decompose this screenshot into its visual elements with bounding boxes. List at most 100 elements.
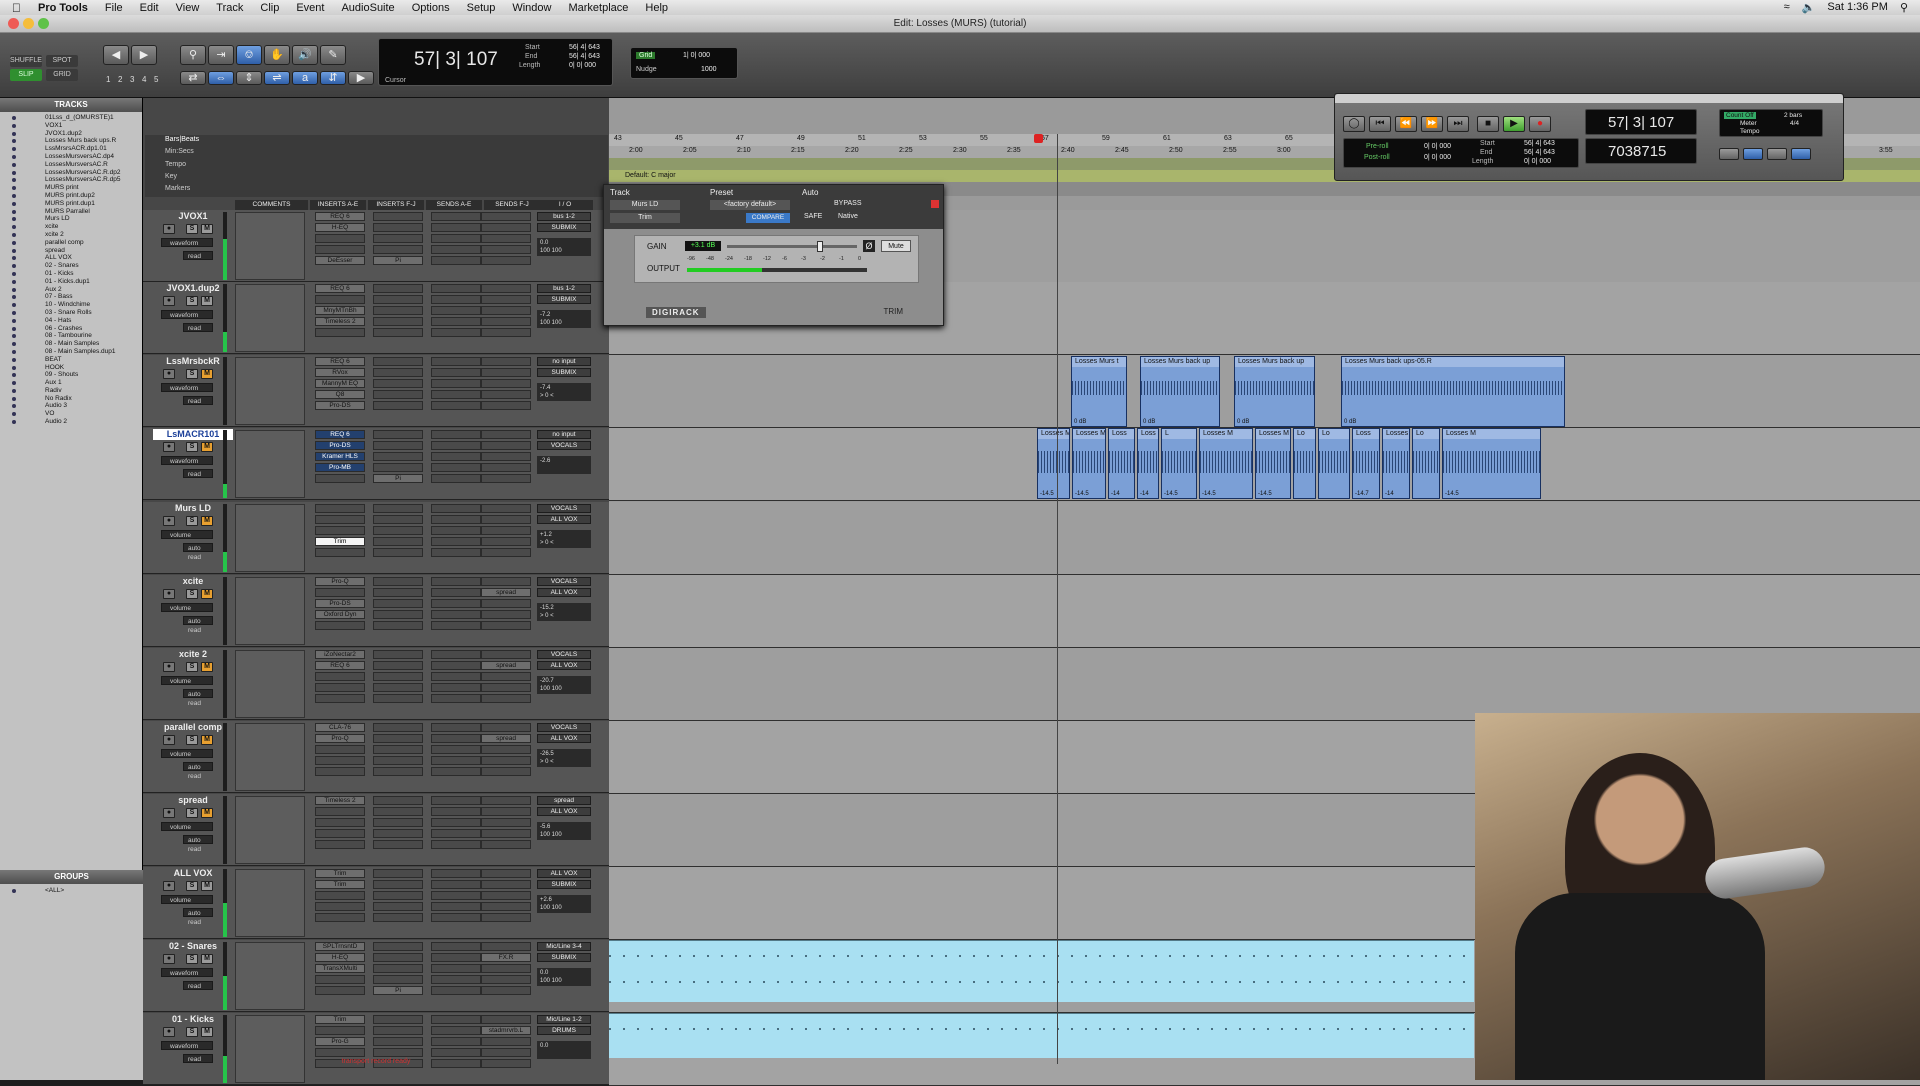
tracklist-item[interactable]: LossesMursversAC.R <box>0 161 142 169</box>
solo-button[interactable]: S <box>186 808 198 818</box>
ruler-label-bars[interactable]: Bars|Beats <box>165 136 199 143</box>
menu-track[interactable]: Track <box>216 2 243 14</box>
tracklist-item[interactable]: 02 - Snares <box>0 262 142 270</box>
send-slot-c[interactable] <box>431 818 481 827</box>
send-slot-h[interactable] <box>481 234 531 243</box>
send-slot-j[interactable] <box>481 986 531 995</box>
insert-slot-a[interactable]: REQ 6 <box>315 357 365 366</box>
menu-marketplace[interactable]: Marketplace <box>568 2 628 14</box>
track-view-selector[interactable]: volume <box>161 603 213 612</box>
send-slot-g[interactable]: stadmrvrb.L <box>481 1026 531 1035</box>
send-slot-f[interactable] <box>481 284 531 293</box>
automation-mode-selector[interactable]: auto read <box>183 762 213 780</box>
tracklist-item[interactable]: 08 - Main Samples <box>0 340 142 348</box>
insert-slot-a[interactable]: SPLTrnsntD <box>315 942 365 951</box>
tracklist-item[interactable]: MURS print <box>0 184 142 192</box>
insert-slot-j[interactable] <box>373 401 423 410</box>
mute-button[interactable]: Mute <box>881 240 911 252</box>
insert-slot-h[interactable] <box>373 526 423 535</box>
send-slot-h[interactable] <box>481 964 531 973</box>
send-slot-g[interactable]: FX.R <box>481 953 531 962</box>
pan-value[interactable]: > 0 < <box>540 759 554 765</box>
insert-slot-d[interactable]: Oxford Dyn <box>315 610 365 619</box>
send-slot-b[interactable] <box>431 1026 481 1035</box>
volume-value[interactable]: -15.2 <box>540 605 554 611</box>
volume-pan-display[interactable]: -20.7 100 100 <box>537 676 591 694</box>
insert-slot-a[interactable]: Trim <box>315 869 365 878</box>
output-selector[interactable]: SUBMIX <box>537 880 591 889</box>
send-slot-f[interactable] <box>481 723 531 732</box>
solo-button[interactable]: S <box>186 662 198 672</box>
send-slot-d[interactable] <box>431 390 481 399</box>
clip-gain[interactable]: -14.5 <box>1040 491 1054 497</box>
track-view-selector[interactable]: waveform <box>161 968 213 977</box>
plugin-compare-button[interactable]: COMPARE <box>746 213 790 223</box>
send-slot-j[interactable] <box>481 548 531 557</box>
track-view-selector[interactable]: volume <box>161 895 213 904</box>
insert-slot-b[interactable]: Trim <box>315 880 365 889</box>
insert-slot-b[interactable]: REQ 6 <box>315 661 365 670</box>
send-slot-d[interactable] <box>431 317 481 326</box>
insert-slot-g[interactable] <box>373 880 423 889</box>
input-selector[interactable]: bus 1-2 <box>537 284 591 293</box>
audio-clip[interactable]: Lo <box>1412 428 1440 499</box>
pan-value[interactable]: 100 100 <box>540 320 562 326</box>
menu-help[interactable]: Help <box>645 2 668 14</box>
audio-clip[interactable]: Loss -14 <box>1137 428 1159 499</box>
mute-button[interactable]: M <box>201 296 213 306</box>
transport-end-value[interactable]: 56| 4| 643 <box>1524 149 1555 156</box>
tracklist-item[interactable]: Radiv <box>0 387 142 395</box>
mirror-midi-icon[interactable]: ⇌ <box>264 71 290 85</box>
send-slot-d[interactable] <box>431 975 481 984</box>
insert-slot-g[interactable] <box>373 953 423 962</box>
send-slot-g[interactable]: spread <box>481 661 531 670</box>
send-slot-h[interactable] <box>481 672 531 681</box>
insert-slot-i[interactable] <box>373 610 423 619</box>
send-slot-b[interactable] <box>431 588 481 597</box>
audio-clip[interactable]: Losses M -14.5 <box>1037 428 1070 499</box>
volume-value[interactable]: +2.6 <box>540 897 552 903</box>
play-icon[interactable]: ▶ <box>1503 116 1525 132</box>
tracklist-item[interactable]: VO <box>0 410 142 418</box>
send-slot-a[interactable] <box>431 650 481 659</box>
kicks-clip[interactable] <box>609 1013 1474 1058</box>
groups-panel-title[interactable]: GROUPS <box>0 870 143 884</box>
track-lane[interactable] <box>609 575 1920 648</box>
insert-slot-d[interactable] <box>315 975 365 984</box>
track-view-selector[interactable]: volume <box>161 749 213 758</box>
pan-value[interactable]: 100 100 <box>540 905 562 911</box>
output-selector[interactable]: ALL VOX <box>537 807 591 816</box>
insert-slot-i[interactable] <box>373 1048 423 1057</box>
automation-mode-selector[interactable]: auto read <box>183 835 213 853</box>
insert-slot-g[interactable] <box>373 368 423 377</box>
insert-slot-e[interactable] <box>315 767 365 776</box>
track-lane[interactable] <box>609 502 1920 575</box>
insert-slot-a[interactable]: REQ 6 <box>315 284 365 293</box>
output-selector[interactable]: ALL VOX <box>537 515 591 524</box>
send-slot-c[interactable] <box>431 964 481 973</box>
insert-slot-b[interactable] <box>315 588 365 597</box>
track-header-7[interactable]: parallel comp ● S Mvolume auto read CLA-76 Pro… <box>143 721 609 793</box>
pan-value[interactable]: > 0 < <box>540 613 554 619</box>
transport-counter[interactable]: 57| 3| 107 <box>1585 109 1697 135</box>
record-arm-button[interactable]: ● <box>163 881 175 891</box>
insert-slot-e[interactable] <box>315 913 365 922</box>
ruler-label-key[interactable]: Key <box>165 173 177 180</box>
clip-gain[interactable]: -14.5 <box>1202 491 1216 497</box>
record-arm-button[interactable]: ● <box>163 1027 175 1037</box>
tracklist-item[interactable]: LossesMursversAC.R.dp5 <box>0 176 142 184</box>
send-slot-c[interactable] <box>431 379 481 388</box>
insert-slot-b[interactable] <box>315 295 365 304</box>
zoom-preset-4[interactable]: 4 <box>142 75 146 84</box>
track-name[interactable]: JVOX1.dup2 <box>153 283 233 294</box>
automation-mode-selector[interactable]: read <box>183 469 213 478</box>
track-view-selector[interactable]: volume <box>161 676 213 685</box>
volume-pan-display[interactable]: -26.5 > 0 < <box>537 749 591 767</box>
scrubber-tool-icon[interactable]: 🔊 <box>292 45 318 65</box>
send-slot-f[interactable] <box>481 796 531 805</box>
send-slot-f[interactable] <box>481 577 531 586</box>
ruler-label-markers[interactable]: Markers <box>165 185 190 192</box>
preroll-value[interactable]: 0| 0| 000 <box>1424 143 1451 150</box>
tracklist-item[interactable]: LossesMursversAC.R.dp2 <box>0 169 142 177</box>
conductor-icon[interactable] <box>1791 148 1811 160</box>
